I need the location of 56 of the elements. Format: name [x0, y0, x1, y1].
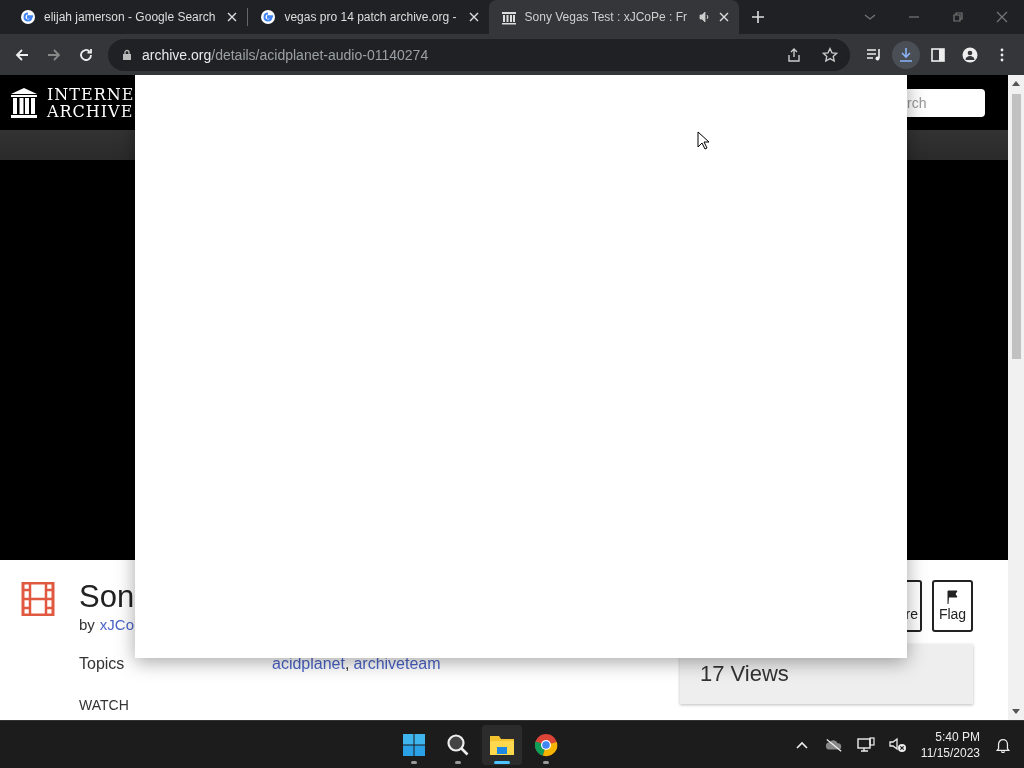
- speaker-icon[interactable]: [699, 11, 712, 23]
- star-icon[interactable]: [822, 46, 838, 63]
- search-icon: [446, 732, 471, 757]
- tab-title: Sony Vegas Test : xJCoPe : Fr: [524, 10, 688, 24]
- share-icon[interactable]: [786, 46, 802, 63]
- film-icon: [21, 582, 55, 616]
- temple-icon: [500, 9, 517, 25]
- restore-icon[interactable]: [951, 10, 965, 24]
- folder-button[interactable]: [482, 724, 523, 765]
- clock-date[interactable]: 11/15/2023: [920, 744, 980, 761]
- clock-time[interactable]: 5:40 PM: [935, 728, 980, 745]
- reload-icon[interactable]: [78, 46, 94, 63]
- item-title: Son: [79, 580, 135, 614]
- browser-tab[interactable]: Sony Vegas Test : xJCoPe : Fr: [488, 0, 740, 34]
- lock-icon: [122, 48, 132, 61]
- url-text: archive.org/details/acidplanet-audio-01140274: [142, 46, 429, 63]
- scrollbar[interactable]: [1008, 75, 1024, 720]
- author-link[interactable]: xJCo: [99, 616, 135, 633]
- temple-icon[interactable]: [10, 86, 38, 119]
- topic-link[interactable]: acidplanet: [272, 655, 345, 673]
- media-icon[interactable]: [866, 46, 882, 63]
- google-icon: [20, 9, 36, 25]
- cloud-icon[interactable]: [824, 736, 843, 753]
- flag-button[interactable]: Flag: [932, 580, 973, 632]
- profile-icon[interactable]: [962, 46, 978, 63]
- chrome-icon: [534, 732, 559, 757]
- new-tab-icon[interactable]: [751, 10, 766, 24]
- scroll-down-icon[interactable]: [1012, 709, 1020, 715]
- separator-text: ,: [344, 655, 350, 673]
- network-icon[interactable]: [856, 736, 875, 753]
- flag-icon: [945, 590, 960, 604]
- bell-icon[interactable]: [994, 736, 1012, 753]
- google-icon: [260, 9, 277, 25]
- address-bar[interactable]: archive.org/details/acidplanet-audio-01140274: [108, 38, 850, 71]
- forward-icon[interactable]: [46, 46, 62, 63]
- byline-label: by: [79, 616, 95, 633]
- section-heading: WATCH: [79, 697, 130, 713]
- windows-icon: [402, 732, 427, 757]
- metadata-label: Topics: [79, 655, 126, 673]
- logo-text[interactable]: INTERNE: [47, 85, 135, 103]
- search-field[interactable]: rch: [907, 88, 985, 117]
- download-button[interactable]: [892, 40, 920, 69]
- download-icon: [898, 46, 914, 63]
- side-panel-icon[interactable]: [930, 46, 946, 63]
- topic-link[interactable]: archiveteam: [353, 655, 441, 673]
- scroll-up-icon[interactable]: [1012, 80, 1020, 86]
- tab-title: vegas pro 14 patch archive.org -: [284, 10, 457, 24]
- browser-tab[interactable]: elijah jamerson - Google Search: [8, 0, 248, 34]
- muted-speaker-icon[interactable]: [888, 736, 907, 753]
- views-count: 17 Views: [700, 661, 789, 687]
- browser-tab[interactable]: vegas pro 14 patch archive.org -: [248, 0, 489, 34]
- logo-text[interactable]: ARCHIVE: [47, 102, 135, 120]
- back-icon[interactable]: [14, 46, 30, 63]
- tab-title: elijah jamerson - Google Search: [44, 10, 216, 24]
- cursor-icon: [697, 131, 709, 150]
- scroll-thumb[interactable]: [1011, 94, 1021, 359]
